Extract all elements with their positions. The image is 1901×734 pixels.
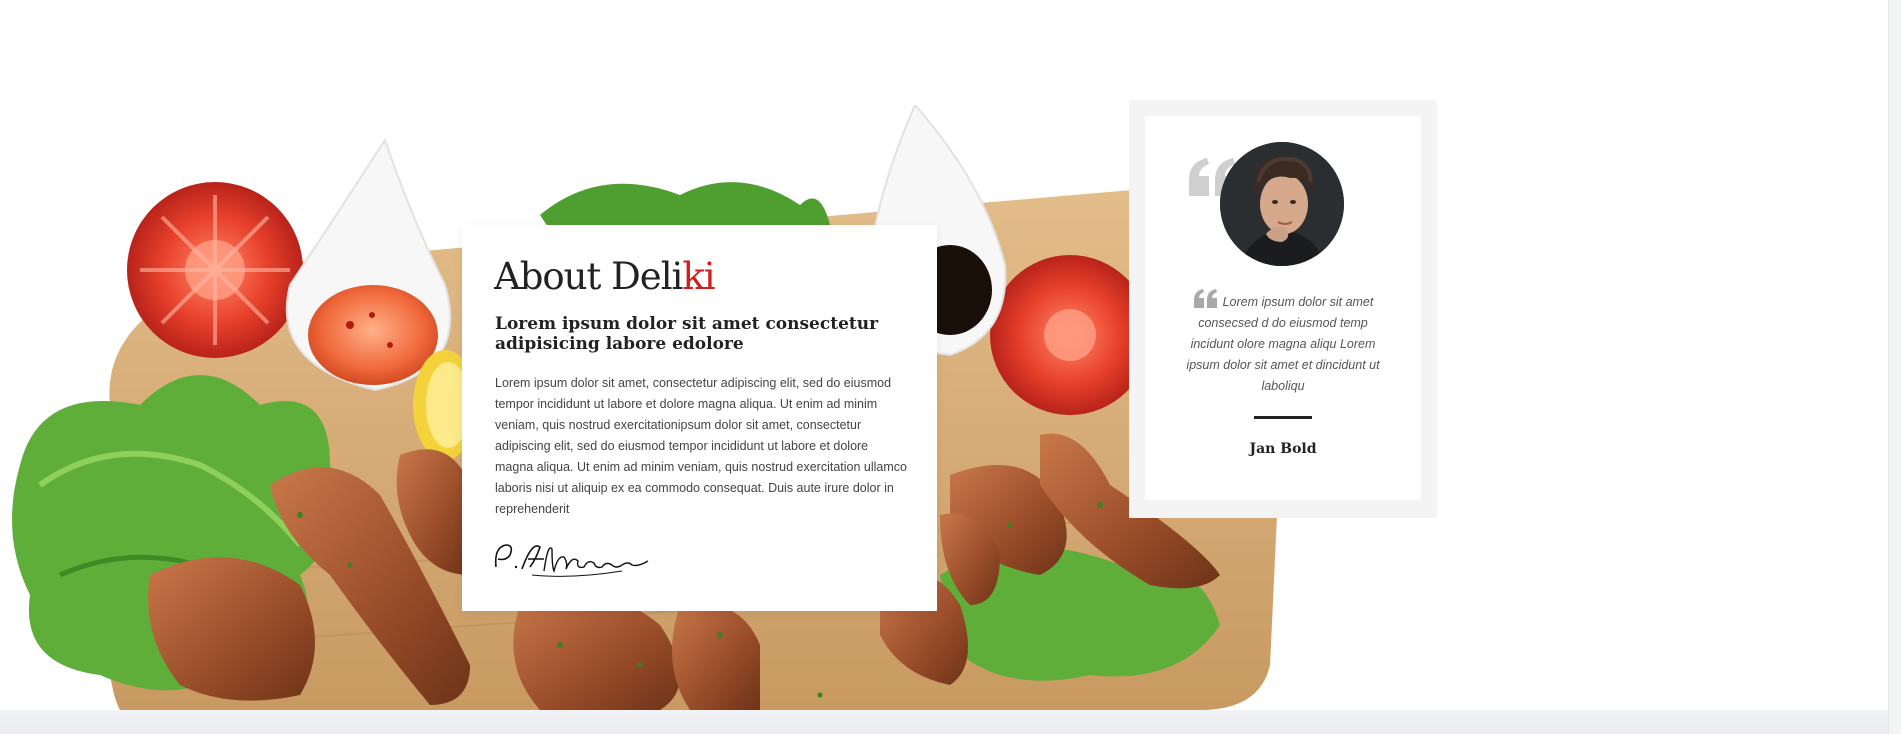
testimonial-text: Lorem ipsum dolor sit amet consecsed d d…	[1177, 289, 1389, 397]
avatar	[1220, 142, 1344, 266]
about-title-prefix: About Deli	[494, 255, 683, 298]
signature-icon	[494, 544, 649, 577]
divider	[1254, 416, 1312, 419]
about-title: About Deliki	[494, 255, 716, 299]
author-name: Jan Bold	[1249, 441, 1317, 457]
testimonial-card: Lorem ipsum dolor sit amet consecsed d d…	[1145, 116, 1421, 500]
footer-band	[0, 710, 1888, 734]
about-card: About Deliki Lorem ipsum dolor sit amet …	[462, 225, 937, 611]
testimonial-frame: Lorem ipsum dolor sit amet consecsed d d…	[1129, 100, 1437, 518]
small-quote-icon	[1193, 289, 1217, 308]
testimonial-quote: Lorem ipsum dolor sit amet consecsed d d…	[1186, 295, 1380, 393]
about-body-text: Lorem ipsum dolor sit amet, consectetur …	[495, 376, 907, 516]
about-subtitle: Lorem ipsum dolor sit amet consectetur a…	[495, 314, 879, 354]
scrollbar[interactable]	[1888, 0, 1901, 734]
about-title-accent: ki	[682, 255, 715, 298]
about-section: About Deliki Lorem ipsum dolor sit amet …	[0, 0, 1901, 734]
